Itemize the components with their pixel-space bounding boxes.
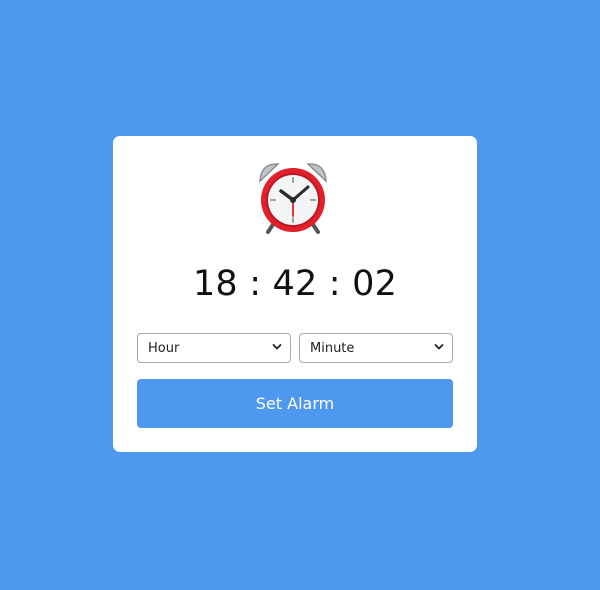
chevron-down-icon — [434, 344, 444, 350]
minute-select[interactable]: Minute — [299, 333, 453, 363]
hour-select-value: Hour — [148, 341, 180, 356]
current-time: 18 : 42 : 02 — [192, 264, 398, 304]
alarm-clock-icon — [259, 163, 327, 234]
minute-select-value: Minute — [310, 341, 355, 356]
set-alarm-button[interactable]: Set Alarm — [137, 379, 453, 428]
chevron-down-icon — [272, 344, 282, 350]
hour-select[interactable]: Hour — [137, 333, 291, 363]
